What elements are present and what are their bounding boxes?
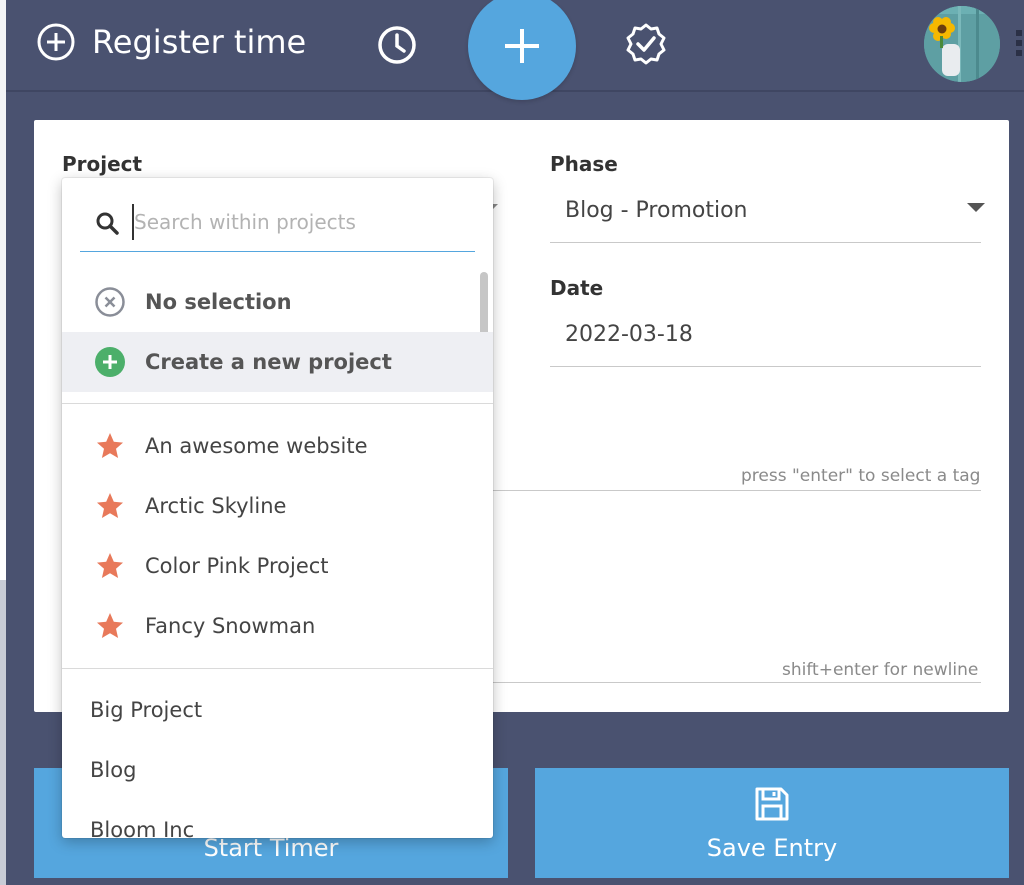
star-icon: [97, 493, 123, 518]
search-icon: [96, 212, 119, 235]
project-name: An awesome website: [145, 434, 368, 458]
save-entry-label: Save Entry: [706, 834, 838, 862]
more-icon[interactable]: [1016, 30, 1024, 60]
plus-icon: [505, 29, 539, 63]
page-title: Register time: [36, 22, 306, 62]
badge-check-icon[interactable]: [624, 22, 668, 66]
list-item[interactable]: Blog: [62, 740, 493, 800]
description-underline[interactable]: [474, 682, 981, 683]
user-avatar[interactable]: [924, 6, 1000, 82]
plus-circle-icon: [37, 23, 75, 61]
clock-icon[interactable]: [376, 24, 418, 66]
project-name: Fancy Snowman: [145, 614, 316, 638]
phase-underline: [550, 242, 981, 243]
project-search: [80, 196, 475, 252]
divider: [62, 668, 493, 669]
list-item[interactable]: Fancy Snowman: [62, 596, 493, 656]
start-timer-label: Start Timer: [203, 834, 339, 862]
save-icon: [755, 787, 789, 821]
create-project-label: Create a new project: [145, 350, 392, 374]
save-entry-button[interactable]: Save Entry: [535, 768, 1009, 878]
page-title-text: Register time: [92, 23, 307, 61]
avatar-image: [924, 6, 1000, 82]
list-item[interactable]: Color Pink Project: [62, 536, 493, 596]
no-selection-label: No selection: [145, 290, 292, 314]
project-name: Big Project: [90, 698, 203, 722]
date-field[interactable]: 2022-03-18: [565, 322, 693, 347]
top-header: Register time: [6, 0, 1024, 100]
phase-select[interactable]: Blog - Promotion: [565, 198, 748, 223]
add-entry-button[interactable]: [468, 0, 576, 100]
create-project-option[interactable]: Create a new project: [62, 332, 493, 392]
search-input[interactable]: [132, 204, 462, 240]
project-dropdown: No selection Create a new project An awe…: [62, 178, 493, 838]
no-selection-option[interactable]: No selection: [62, 272, 493, 332]
project-name: Color Pink Project: [145, 554, 329, 578]
project-name: Arctic Skyline: [145, 494, 287, 518]
project-name: Bloom Inc: [90, 818, 195, 838]
project-name: Blog: [90, 758, 137, 782]
date-underline: [550, 366, 981, 367]
date-label: Date: [550, 276, 604, 300]
divider: [62, 403, 493, 404]
tags-underline[interactable]: [474, 490, 981, 491]
close-circle-icon: [95, 287, 125, 317]
star-icon: [97, 613, 123, 638]
add-circle-icon: [95, 347, 125, 377]
project-label: Project: [62, 152, 143, 176]
list-item[interactable]: Arctic Skyline: [62, 476, 493, 536]
list-item[interactable]: An awesome website: [62, 416, 493, 476]
tags-hint: press "enter" to select a tag: [741, 466, 981, 486]
description-hint: shift+enter for newline: [782, 660, 979, 680]
list-item[interactable]: Big Project: [62, 680, 493, 740]
list-item[interactable]: Bloom Inc: [62, 800, 493, 838]
star-icon: [97, 553, 123, 578]
star-icon: [97, 433, 123, 458]
phase-label: Phase: [550, 152, 618, 176]
app-window: Register time Project Phase Blog - Promo…: [0, 0, 1024, 885]
chevron-down-icon[interactable]: [967, 203, 985, 212]
